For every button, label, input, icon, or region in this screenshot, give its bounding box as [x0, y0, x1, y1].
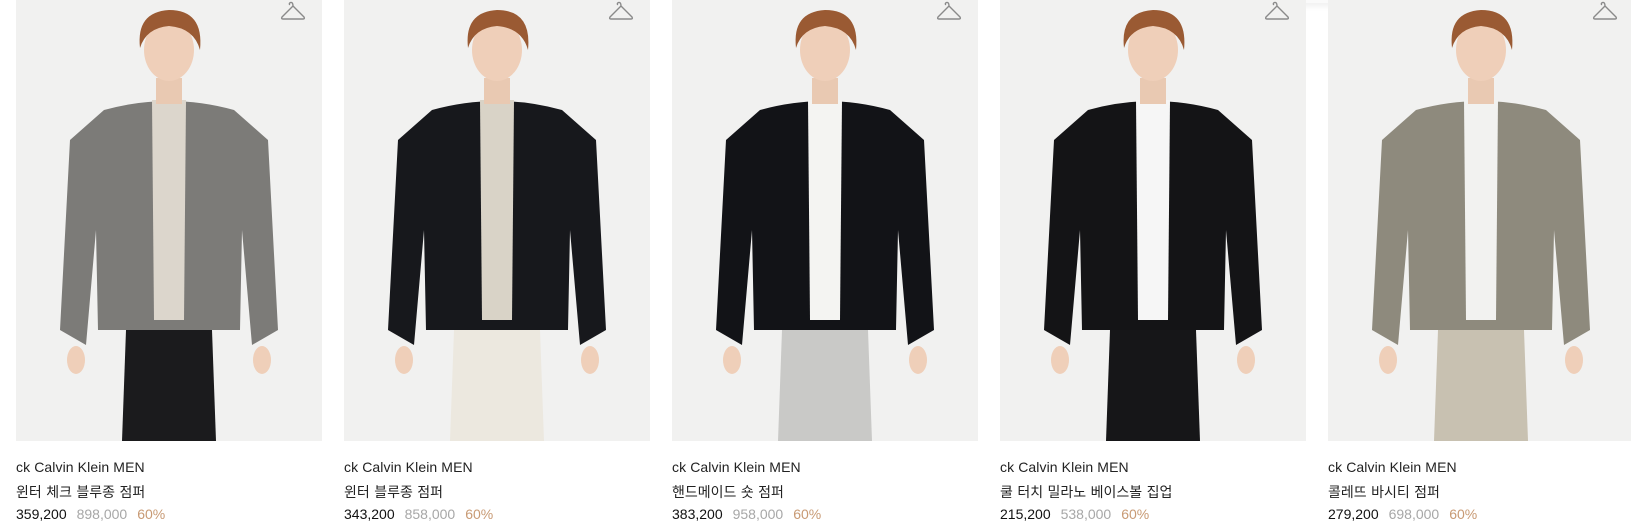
sale-price: 279,200 — [1328, 506, 1379, 522]
product-image[interactable] — [16, 0, 322, 441]
hanger-icon — [280, 1, 306, 20]
product-price: 343,200 858,000 60% — [344, 506, 493, 522]
discount-rate: 60% — [465, 506, 494, 522]
sale-price: 359,200 — [16, 506, 67, 522]
discount-rate: 60% — [137, 506, 166, 522]
product-brand[interactable]: ck Calvin Klein MEN — [1000, 459, 1129, 475]
product-image[interactable] — [344, 0, 650, 441]
product-brand[interactable]: ck Calvin Klein MEN — [1328, 459, 1457, 475]
product-name[interactable]: 콜레뜨 바시티 점퍼 — [1328, 482, 1440, 502]
product-image[interactable] — [1000, 0, 1306, 441]
hanger-icon — [608, 1, 634, 20]
product-image[interactable] — [1328, 0, 1631, 441]
hanger-icon — [1264, 1, 1290, 20]
discount-rate: 60% — [1121, 506, 1150, 522]
wishlist-hanger-button[interactable] — [936, 0, 962, 22]
wishlist-hanger-button[interactable] — [608, 0, 634, 22]
product-name[interactable]: 쿨 터치 밀라노 베이스볼 집업 — [1000, 482, 1172, 502]
original-price: 538,000 — [1060, 506, 1112, 522]
product-brand[interactable]: ck Calvin Klein MEN — [344, 459, 473, 475]
model-photo — [672, 0, 978, 441]
model-photo — [1000, 0, 1306, 441]
sale-price: 383,200 — [672, 506, 723, 522]
wishlist-hanger-button[interactable] — [1264, 0, 1290, 22]
wishlist-hanger-button[interactable] — [280, 0, 306, 22]
product-brand[interactable]: ck Calvin Klein MEN — [16, 459, 145, 475]
discount-rate: 60% — [1449, 506, 1478, 522]
product-card-1[interactable]: ck Calvin Klein MEN 윈터 체크 블루종 점퍼 359,200… — [16, 0, 322, 530]
product-price: 279,200 698,000 60% — [1328, 506, 1477, 522]
hanger-icon — [1592, 1, 1618, 20]
model-photo — [16, 0, 322, 441]
product-name[interactable]: 윈터 체크 블루종 점퍼 — [16, 482, 145, 502]
product-image[interactable] — [672, 0, 978, 441]
original-price: 958,000 — [732, 506, 784, 522]
wishlist-hanger-button[interactable] — [1592, 0, 1618, 22]
product-name[interactable]: 핸드메이드 숏 점퍼 — [672, 482, 784, 502]
original-price: 858,000 — [404, 506, 456, 522]
sale-price: 215,200 — [1000, 506, 1051, 522]
hanger-icon — [936, 1, 962, 20]
product-price: 215,200 538,000 60% — [1000, 506, 1149, 522]
product-card-3[interactable]: ck Calvin Klein MEN 핸드메이드 숏 점퍼 383,200 9… — [672, 0, 978, 530]
product-card-4[interactable]: ck Calvin Klein MEN 쿨 터치 밀라노 베이스볼 집업 215… — [1000, 0, 1306, 530]
product-price: 383,200 958,000 60% — [672, 506, 821, 522]
product-grid: ck Calvin Klein MEN 윈터 체크 블루종 점퍼 359,200… — [16, 0, 1631, 530]
product-name[interactable]: 윈터 블루종 점퍼 — [344, 482, 443, 502]
original-price: 898,000 — [76, 506, 128, 522]
model-photo — [344, 0, 650, 441]
discount-rate: 60% — [793, 506, 822, 522]
product-card-5[interactable]: ck Calvin Klein MEN 콜레뜨 바시티 점퍼 279,200 6… — [1328, 0, 1631, 530]
sale-price: 343,200 — [344, 506, 395, 522]
product-card-2[interactable]: ck Calvin Klein MEN 윈터 블루종 점퍼 343,200 85… — [344, 0, 650, 530]
original-price: 698,000 — [1388, 506, 1440, 522]
product-price: 359,200 898,000 60% — [16, 506, 165, 522]
product-brand[interactable]: ck Calvin Klein MEN — [672, 459, 801, 475]
model-photo — [1328, 0, 1631, 441]
